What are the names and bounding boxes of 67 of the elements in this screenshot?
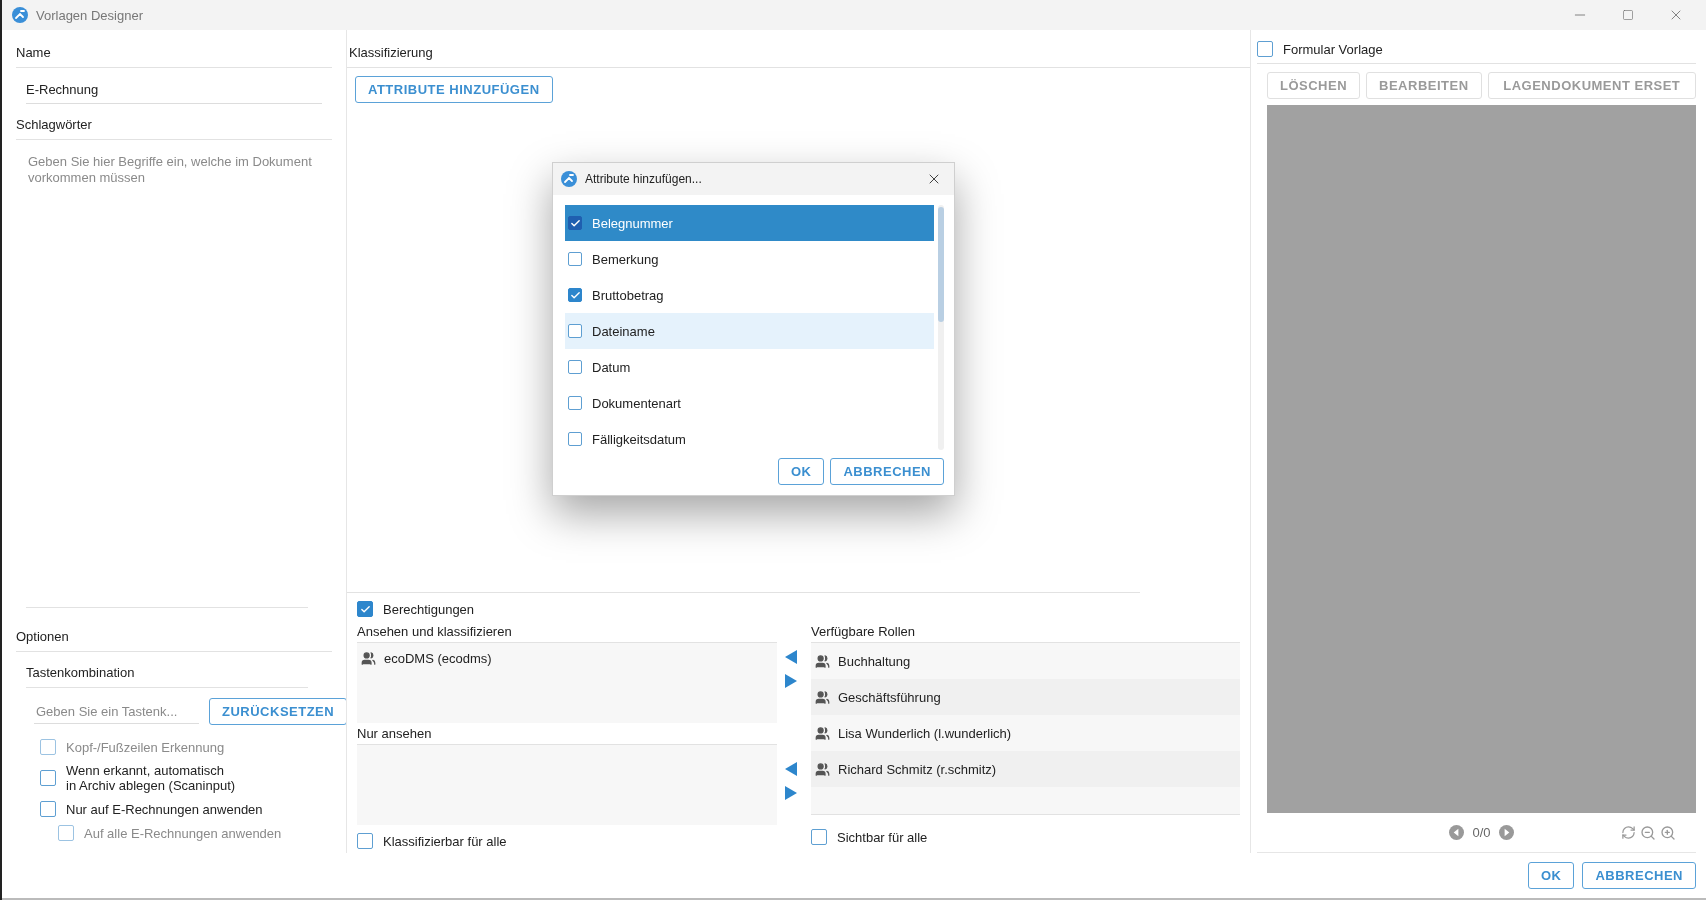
page-indicator: 0/0 xyxy=(1472,825,1491,840)
scrollbar[interactable] xyxy=(938,205,944,450)
role-name: Lisa Wunderlich (l.wunderlich) xyxy=(838,725,1012,741)
window-title: Vorlagen Designer xyxy=(36,7,144,23)
shortcut-label: Tastenkombination xyxy=(26,658,308,688)
checkbox[interactable] xyxy=(568,216,582,230)
left-arrow-icon[interactable] xyxy=(784,649,798,665)
role-name: Buchhaltung xyxy=(838,653,911,669)
checkbox[interactable] xyxy=(357,601,373,617)
check-icon xyxy=(359,603,371,615)
zoom-out-icon[interactable] xyxy=(1640,824,1656,841)
users-icon xyxy=(815,761,830,777)
role-item[interactable]: Richard Schmitz (r.schmitz) xyxy=(811,751,1240,787)
checkbox-label: Berechtigungen xyxy=(383,601,475,617)
section-header: Name xyxy=(16,38,332,68)
checkbox-label: Kopf-/Fußzeilen Erkennung xyxy=(66,739,225,755)
left-arrow-icon[interactable] xyxy=(784,761,798,777)
refresh-icon[interactable] xyxy=(1621,824,1636,840)
zoom-in-icon[interactable] xyxy=(1660,824,1676,841)
section-header: Optionen xyxy=(16,622,332,652)
checkbox-label: Formular Vorlage xyxy=(1283,41,1383,57)
attribute-item[interactable]: Dateiname xyxy=(565,313,934,349)
attribute-label: Belegnummer xyxy=(592,215,673,231)
users-icon xyxy=(361,651,376,666)
attribute-label: Bemerkung xyxy=(592,251,659,267)
attribute-label: Dokumentenart xyxy=(592,395,681,411)
right-arrow-icon[interactable] xyxy=(784,673,798,689)
users-icon xyxy=(815,689,830,705)
checkbox[interactable] xyxy=(568,396,582,410)
role-item[interactable]: Geschäftsführung xyxy=(811,679,1240,715)
attribute-label: Datum xyxy=(592,359,631,375)
next-page-icon[interactable] xyxy=(1498,825,1514,840)
checkbox[interactable] xyxy=(811,829,827,845)
maximize-icon[interactable] xyxy=(1622,9,1634,21)
app-logo-icon xyxy=(12,7,28,23)
checkbox-label: Sichtbar für alle xyxy=(837,829,928,845)
checkbox-label: Auf alle E-Rechnungen anwenden xyxy=(84,825,282,841)
ok-button[interactable]: OK xyxy=(1527,862,1575,889)
checkbox[interactable] xyxy=(568,360,582,374)
attribute-item[interactable]: Belegnummer xyxy=(565,205,934,241)
attribute-label: Fälligkeitsdatum xyxy=(592,431,686,447)
checkbox-label: Wenn erkannt, automatisch in Archiv ablegen (Scaninput) xyxy=(66,763,236,793)
check-icon xyxy=(569,289,581,301)
attribute-label: Dateiname xyxy=(592,323,655,339)
checkbox[interactable] xyxy=(357,833,373,849)
users-icon xyxy=(815,653,830,669)
checkbox-label: Klassifizierbar für alle xyxy=(383,833,507,849)
role-name: Richard Schmitz (r.schmitz) xyxy=(838,761,997,777)
dialog-title: Attribute hinzufügen... xyxy=(585,172,703,186)
previous-page-icon[interactable] xyxy=(1449,825,1465,840)
list-item[interactable]: ecoDMS (ecodms) xyxy=(384,651,492,666)
right-arrow-icon[interactable] xyxy=(784,785,798,801)
users-icon xyxy=(815,725,830,741)
role-name: Geschäftsführung xyxy=(838,689,941,705)
section-header: Klassifizierung xyxy=(347,38,1250,68)
checkbox[interactable] xyxy=(40,801,56,817)
ok-button[interactable]: OK xyxy=(777,458,825,485)
checkbox[interactable] xyxy=(568,324,582,338)
app-logo-icon xyxy=(561,171,577,187)
check-icon xyxy=(569,217,581,229)
checkbox[interactable] xyxy=(568,252,582,266)
checkbox[interactable] xyxy=(1257,41,1273,57)
checkbox[interactable] xyxy=(568,288,582,302)
checkbox[interactable] xyxy=(40,770,56,786)
attribute-label: Bruttobetrag xyxy=(592,287,664,303)
checkbox-label: Nur auf E-Rechnungen anwenden xyxy=(66,801,263,817)
checkbox[interactable] xyxy=(568,432,582,446)
